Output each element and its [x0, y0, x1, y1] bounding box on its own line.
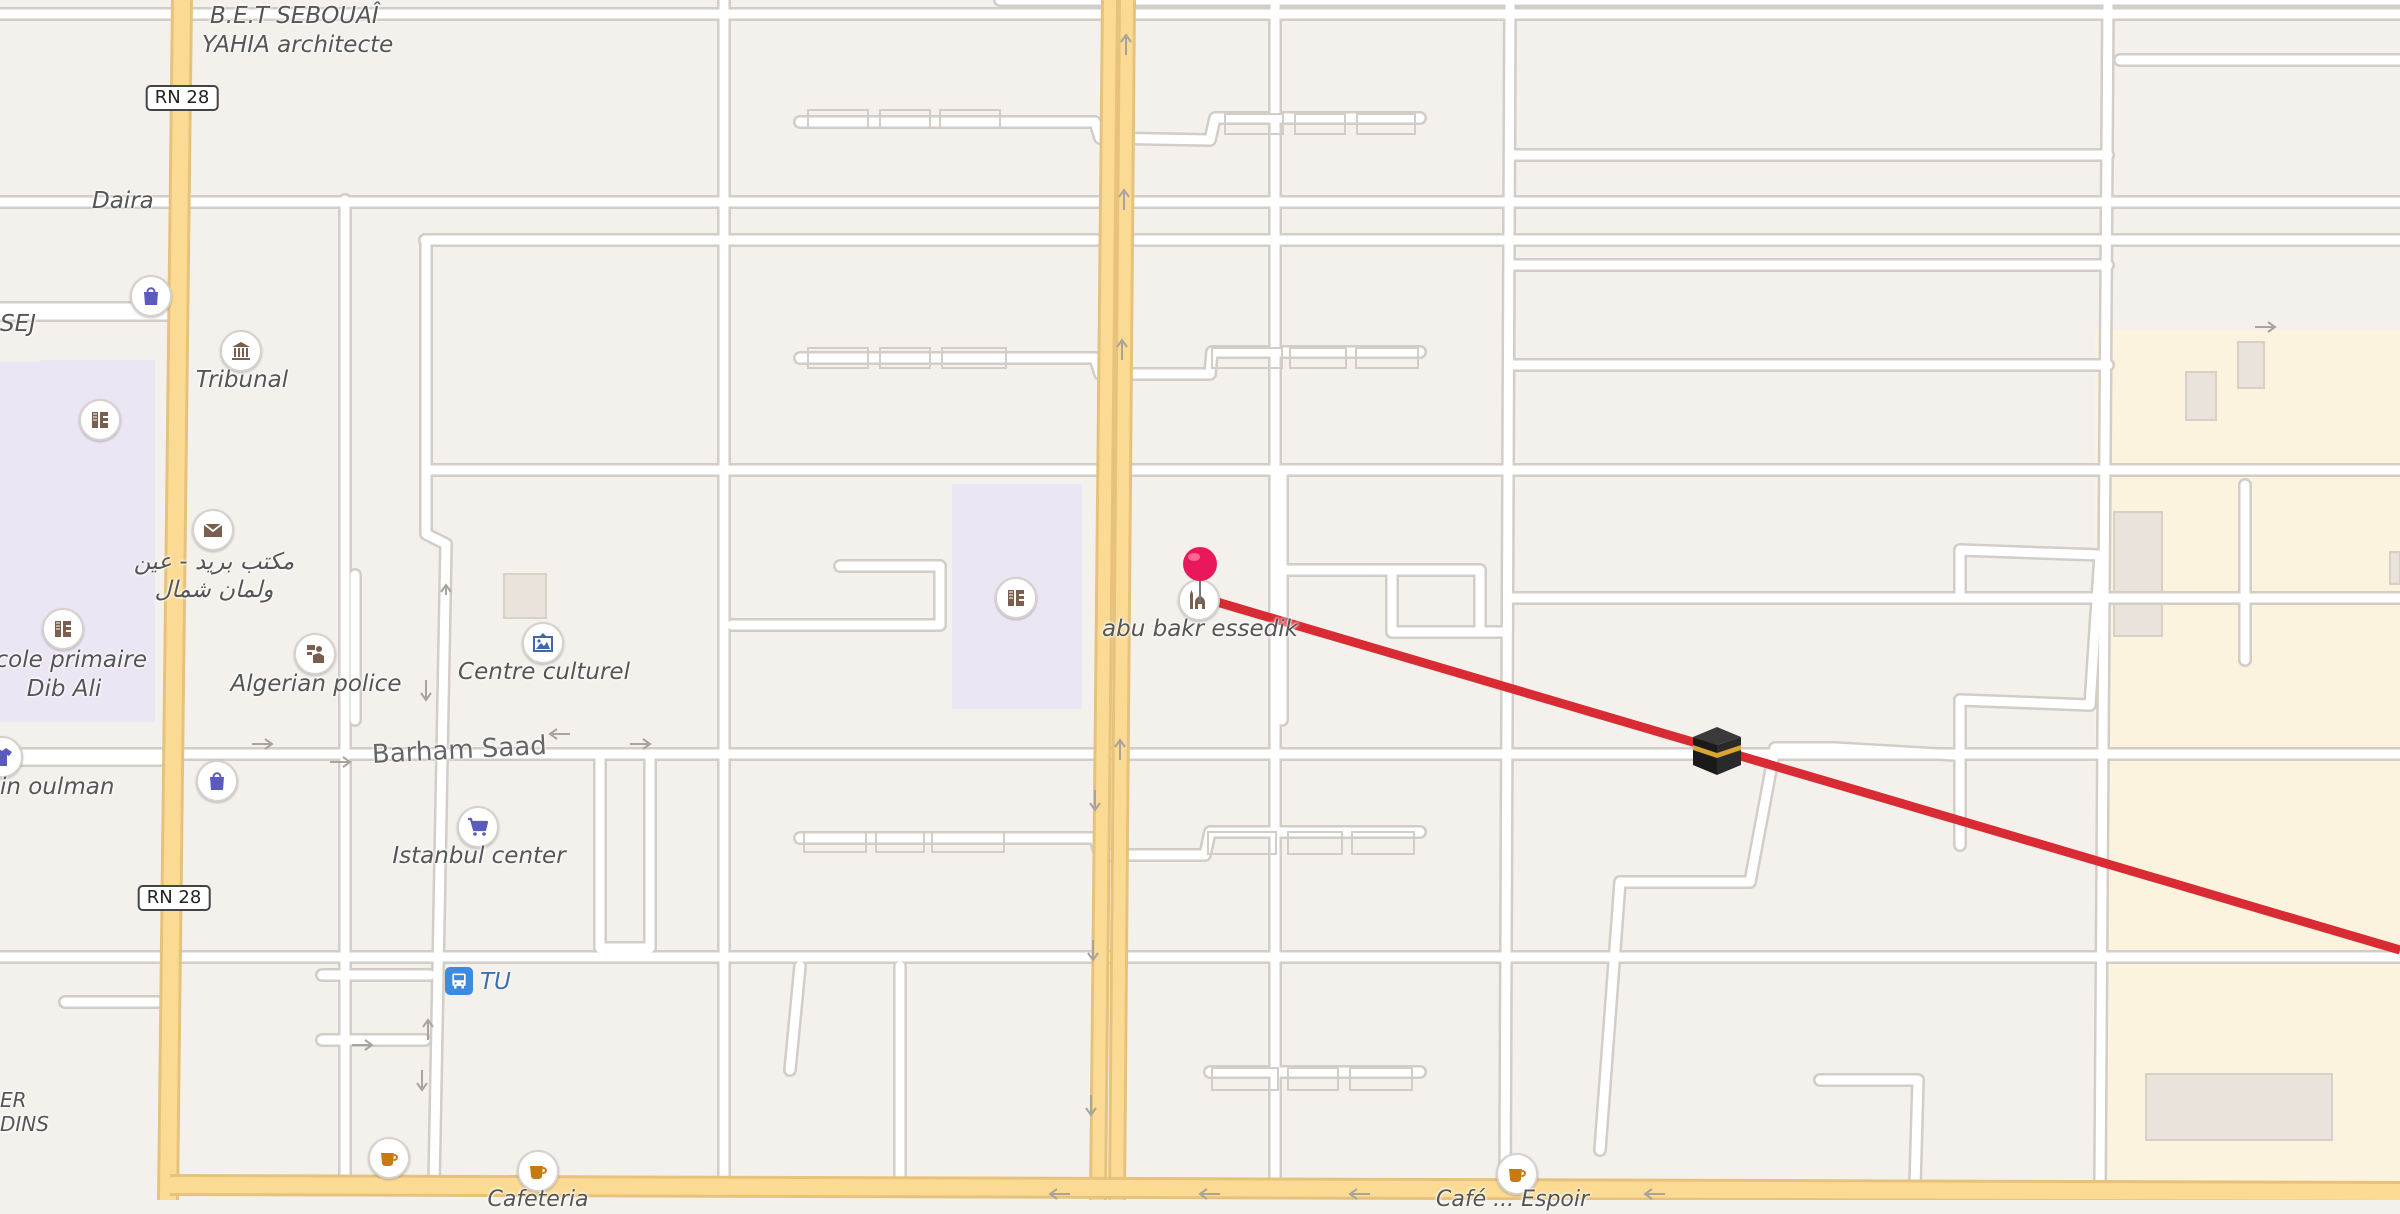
shop-poi-top[interactable] — [130, 275, 172, 317]
label-cafeteria: Cafeteria — [487, 1187, 589, 1212]
shopping-bag-icon — [144, 287, 158, 305]
coffee-cup-icon — [530, 1166, 547, 1179]
post-office-poi[interactable] — [192, 509, 234, 551]
school-icon — [55, 621, 71, 637]
label-post-office-ar-1: مكتب بريد - عين — [133, 549, 295, 575]
label-algerian-police: Algerian police — [230, 671, 402, 697]
label-tu: TU — [480, 969, 511, 995]
location-pin-icon — [1183, 547, 1217, 602]
label-dins: DINS — [0, 1112, 49, 1136]
shopping-cart-icon — [468, 817, 489, 836]
label-bet: B.E.T SEBOUAÎ — [210, 3, 379, 29]
cafe-poi-left[interactable] — [368, 1137, 410, 1179]
road-shield-rn28-top: RN 28 — [145, 85, 219, 111]
police-poi[interactable] — [294, 633, 336, 675]
shirt-icon — [0, 748, 12, 766]
envelope-icon — [203, 523, 223, 537]
school-poi-center[interactable] — [995, 577, 1037, 619]
label-cafe-espoir: Café ... Espoir — [1436, 1187, 1590, 1212]
label-post-office-ar-2: ولمان شمال — [154, 577, 274, 603]
current-location-pin[interactable] — [1182, 546, 1218, 602]
label-sej: SEJ — [0, 311, 36, 337]
kaaba-icon — [1693, 727, 1741, 775]
bus-icon — [452, 973, 466, 989]
industrial-area — [2095, 330, 2400, 1200]
school-icon — [1008, 590, 1024, 606]
courthouse-icon — [232, 342, 250, 360]
police-icon — [307, 645, 324, 663]
shop-poi-barham-saad[interactable] — [196, 760, 238, 802]
school-poi-left-bottom[interactable] — [42, 608, 84, 650]
label-ecole-2: Dib Ali — [26, 676, 102, 702]
coffee-cup-icon — [381, 1153, 398, 1166]
shopping-bag-icon — [210, 772, 224, 790]
school-icon — [92, 412, 108, 428]
label-ain-oulman: in oulman — [0, 774, 115, 800]
label-daira: Daira — [92, 188, 154, 214]
art-gallery-icon — [533, 633, 553, 652]
school-poi-left-top[interactable] — [79, 399, 121, 441]
label-architect: YAHIA architecte — [202, 32, 394, 58]
kaaba-marker[interactable] — [1689, 723, 1745, 779]
label-tribunal: Tribunal — [195, 367, 289, 393]
label-abu-bakr: abu bakr essedik — [1102, 616, 1298, 642]
coffee-cup-icon — [1509, 1169, 1526, 1182]
label-centre-culturel: Centre culturel — [458, 659, 630, 685]
road-shield-rn28-bottom: RN 28 — [137, 885, 211, 911]
bus-stop-poi[interactable] — [445, 967, 473, 995]
label-ecole-1: Ecole primaire — [0, 647, 148, 673]
label-istanbul-center: Istanbul center — [392, 843, 566, 869]
